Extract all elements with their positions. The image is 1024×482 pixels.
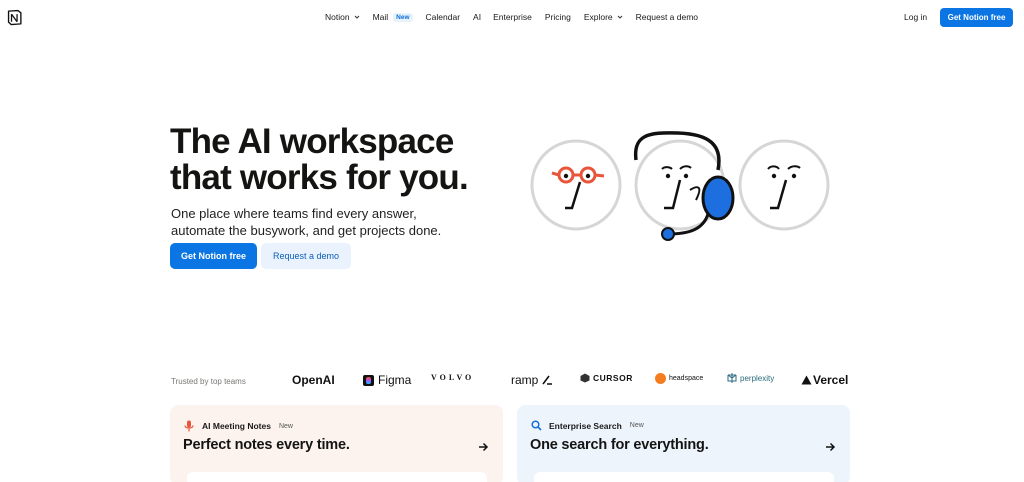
logo-text: Vercel bbox=[813, 373, 849, 387]
new-badge: New bbox=[629, 422, 644, 429]
logo-text: Figma bbox=[378, 373, 412, 387]
microphone-icon bbox=[184, 420, 194, 432]
vercel-triangle-icon bbox=[801, 375, 812, 385]
ramp-logo: ramp bbox=[511, 373, 553, 387]
hero-title: The AI workspace that works for you. bbox=[170, 124, 490, 196]
nav-item-notion[interactable]: Notion bbox=[325, 12, 360, 22]
chevron-down-icon bbox=[617, 15, 622, 19]
ai-meeting-notes-card[interactable]: AI Meeting Notes New Perfect notes every… bbox=[170, 405, 503, 482]
top-nav: Notion Mail New Calendar AI Enterprise P… bbox=[0, 0, 1024, 36]
nav-item-label: Explore bbox=[583, 12, 613, 22]
chevron-down-icon bbox=[354, 15, 359, 19]
hero-title-line: that works for you. bbox=[170, 158, 469, 197]
notion-logo-icon[interactable] bbox=[6, 9, 23, 26]
hero-subtitle-line: automate the busywork, and get projects … bbox=[171, 223, 442, 238]
card-tag-label: Enterprise Search bbox=[549, 420, 622, 431]
headspace-logo: headspace bbox=[655, 373, 703, 384]
get-notion-free-button[interactable]: Get Notion free bbox=[170, 243, 257, 269]
card-tag-label: AI Meeting Notes bbox=[202, 421, 271, 431]
nav-item-label: Notion bbox=[325, 12, 350, 22]
logo-text: CURSOR bbox=[593, 373, 633, 383]
face-with-glasses-illustration bbox=[530, 139, 622, 231]
arrow-right-icon[interactable] bbox=[477, 441, 489, 453]
trusted-label: Trusted by top teams bbox=[171, 377, 246, 386]
logo-text: VOLVO bbox=[431, 373, 475, 382]
card-title: One search for everything. bbox=[530, 437, 709, 453]
hero-subtitle-line: One place where teams find every answer, bbox=[171, 206, 417, 221]
new-badge: New bbox=[278, 422, 293, 430]
face-illustration bbox=[738, 139, 830, 231]
cursor-cube-icon bbox=[580, 373, 590, 383]
card-preview-panel bbox=[534, 472, 834, 482]
nav-item-request-demo[interactable]: Request a demo bbox=[636, 12, 698, 22]
figma-icon bbox=[363, 374, 374, 386]
nav-item-label: Mail bbox=[372, 12, 389, 22]
card-preview-panel bbox=[187, 472, 487, 482]
vercel-logo: Vercel bbox=[801, 373, 848, 387]
logo-text: ramp bbox=[511, 373, 539, 387]
nav-item-pricing[interactable]: Pricing bbox=[545, 12, 571, 22]
headspace-dot-icon bbox=[655, 373, 666, 384]
card-tag: AI Meeting Notes New bbox=[184, 420, 293, 432]
enterprise-search-card[interactable]: Enterprise Search New One search for eve… bbox=[517, 405, 850, 482]
get-notion-free-nav-button[interactable]: Get Notion free bbox=[940, 8, 1013, 27]
perplexity-logo: perplexity bbox=[727, 373, 774, 383]
nav-item-ai[interactable]: AI bbox=[473, 12, 481, 22]
search-icon bbox=[531, 420, 542, 431]
logo-text: OpenAI bbox=[292, 373, 335, 387]
figma-logo: Figma bbox=[363, 373, 411, 387]
nav-item-calendar[interactable]: Calendar bbox=[426, 12, 461, 22]
face-with-headset-illustration bbox=[633, 131, 735, 241]
new-badge: New bbox=[393, 12, 413, 22]
nav-links: Notion Mail New Calendar AI Enterprise P… bbox=[325, 12, 711, 22]
nav-item-mail[interactable]: Mail New bbox=[373, 12, 413, 22]
logo-text: perplexity bbox=[740, 373, 775, 383]
ramp-mark-icon bbox=[542, 375, 553, 385]
arrow-right-icon[interactable] bbox=[824, 441, 836, 453]
volvo-logo: VOLVO bbox=[431, 373, 474, 382]
hero-title-line: The AI workspace bbox=[170, 122, 454, 161]
perplexity-icon bbox=[727, 373, 737, 383]
hero-faces-illustration bbox=[530, 131, 830, 241]
openai-logo: OpenAI bbox=[292, 373, 335, 387]
nav-item-explore[interactable]: Explore bbox=[584, 12, 623, 22]
nav-item-enterprise[interactable]: Enterprise bbox=[493, 12, 532, 22]
hero-subtitle: One place where teams find every answer,… bbox=[171, 205, 451, 239]
request-demo-button[interactable]: Request a demo bbox=[261, 243, 351, 269]
login-link[interactable]: Log in bbox=[904, 12, 927, 22]
card-tag: Enterprise Search New bbox=[531, 420, 644, 431]
cursor-logo: CURSOR bbox=[580, 373, 633, 383]
logo-text: headspace bbox=[669, 375, 704, 382]
card-title: Perfect notes every time. bbox=[183, 437, 350, 453]
